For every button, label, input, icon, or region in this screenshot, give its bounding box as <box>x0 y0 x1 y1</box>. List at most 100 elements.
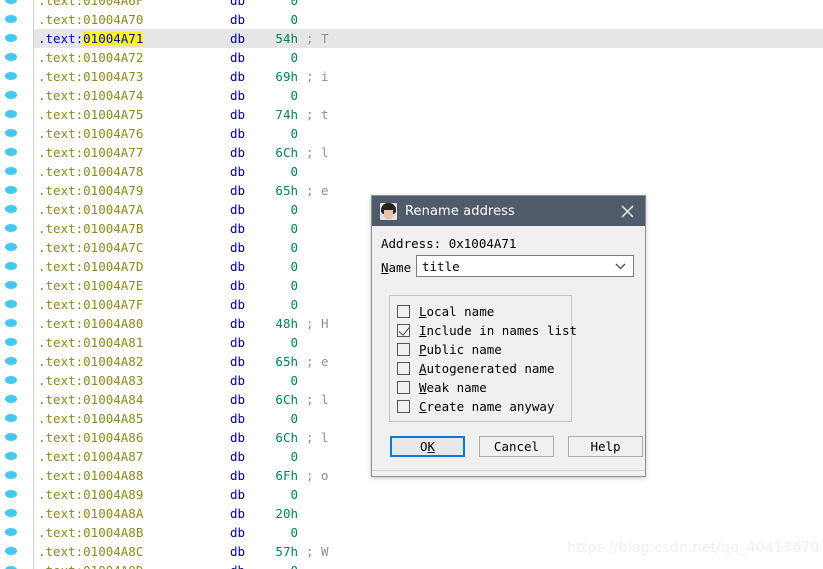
name-combobox[interactable] <box>416 255 634 277</box>
row-address[interactable]: .text:01004A77 <box>38 143 143 162</box>
navigator-dot[interactable] <box>5 300 17 308</box>
row-comment: ; H <box>306 316 329 331</box>
checkbox-row[interactable]: Public name <box>397 340 502 359</box>
row-address[interactable]: .text:01004A82 <box>38 352 143 371</box>
row-address[interactable]: .text:01004A89 <box>38 485 143 504</box>
row-address[interactable]: .text:01004A84 <box>38 390 143 409</box>
chevron-down-icon[interactable] <box>611 256 629 276</box>
navigator-dot[interactable] <box>5 338 17 346</box>
row-address[interactable]: .text:01004A75 <box>38 105 143 124</box>
row-address[interactable]: .text:01004A83 <box>38 371 143 390</box>
row-address[interactable]: .text:01004A8C <box>38 542 143 561</box>
disassembly-row[interactable]: .text:01004A72 db 0 <box>34 48 823 67</box>
row-address[interactable]: .text:01004A8D <box>38 561 143 569</box>
row-address[interactable]: .text:01004A70 <box>38 10 143 29</box>
dialog-titlebar[interactable]: Rename address <box>372 196 645 226</box>
navigator-dot[interactable] <box>5 376 17 384</box>
row-address[interactable]: .text:01004A85 <box>38 409 143 428</box>
row-address[interactable]: .text:01004A7E <box>38 276 143 295</box>
navigator-dot[interactable] <box>5 452 17 460</box>
row-address[interactable]: .text:01004A7A <box>38 200 143 219</box>
disassembly-row[interactable]: .text:01004A89 db 0 <box>34 485 823 504</box>
address-readonly-label: Address: 0x1004A71 <box>381 236 517 251</box>
disassembly-row[interactable]: .text:01004A78 db 0 <box>34 162 823 181</box>
ok-button[interactable]: OK <box>390 436 465 457</box>
navigator-dot[interactable] <box>5 471 17 479</box>
navigator-dot[interactable] <box>5 433 17 441</box>
row-address[interactable]: .text:01004A7C <box>38 238 143 257</box>
row-address[interactable]: .text:01004A6F <box>38 0 143 10</box>
row-address[interactable]: .text:01004A87 <box>38 447 143 466</box>
navigator-dot[interactable] <box>5 243 17 251</box>
checkbox-nclude-in-names-list[interactable] <box>397 324 410 337</box>
help-button[interactable]: Help <box>568 436 643 457</box>
navigator-dot[interactable] <box>5 224 17 232</box>
disassembly-row[interactable]: .text:01004A6F db 0 <box>34 0 823 10</box>
row-address[interactable]: .text:01004A81 <box>38 333 143 352</box>
navigator-dot[interactable] <box>5 509 17 517</box>
close-icon[interactable] <box>609 196 645 226</box>
navigator-dot[interactable] <box>5 395 17 403</box>
disassembly-row[interactable]: .text:01004A71 db 54h ; T <box>34 29 823 48</box>
row-address[interactable]: .text:01004A7B <box>38 219 143 238</box>
row-address[interactable]: .text:01004A72 <box>38 48 143 67</box>
checkbox-reate-name-anyway[interactable] <box>397 400 410 413</box>
navigator-dot[interactable] <box>5 186 17 194</box>
row-address[interactable]: .text:01004A78 <box>38 162 143 181</box>
checkbox-row[interactable]: Local name <box>397 302 494 321</box>
row-address[interactable]: .text:01004A76 <box>38 124 143 143</box>
row-address[interactable]: .text:01004A7D <box>38 257 143 276</box>
navigator-dot[interactable] <box>5 72 17 80</box>
navigator-dot[interactable] <box>5 414 17 422</box>
row-address[interactable]: .text:01004A73 <box>38 67 143 86</box>
navigator-dot[interactable] <box>5 547 17 555</box>
navigator-dot[interactable] <box>5 148 17 156</box>
navigator-dot[interactable] <box>5 129 17 137</box>
navigator-dot[interactable] <box>5 281 17 289</box>
navigator-dot[interactable] <box>5 167 17 175</box>
navigator-dot[interactable] <box>5 528 17 536</box>
disassembly-row[interactable]: .text:01004A74 db 0 <box>34 86 823 105</box>
navigator-dot[interactable] <box>5 262 17 270</box>
navigator-dot[interactable] <box>5 53 17 61</box>
disassembly-row[interactable]: .text:01004A75 db 74h ; t <box>34 105 823 124</box>
checkbox-ublic-name[interactable] <box>397 343 410 356</box>
disassembly-row[interactable]: .text:01004A8A db 20h <box>34 504 823 523</box>
cancel-button[interactable]: Cancel <box>479 436 554 457</box>
checkbox-row[interactable]: Create name anyway <box>397 397 554 416</box>
disassembly-row[interactable]: .text:01004A76 db 0 <box>34 124 823 143</box>
highlighted-address[interactable]: 01004A71 <box>83 31 144 46</box>
row-address[interactable]: .text:01004A79 <box>38 181 143 200</box>
name-input[interactable] <box>422 257 602 275</box>
disassembly-row[interactable]: .text:01004A70 db 0 <box>34 10 823 29</box>
navigator-gutter[interactable] <box>0 0 34 569</box>
navigator-dot[interactable] <box>5 34 17 42</box>
checkbox-ocal-name[interactable] <box>397 305 410 318</box>
navigator-dot[interactable] <box>5 490 17 498</box>
disassembly-row[interactable]: .text:01004A77 db 6Ch ; l <box>34 143 823 162</box>
row-address[interactable]: .text:01004A86 <box>38 428 143 447</box>
checkbox-eak-name[interactable] <box>397 381 410 394</box>
navigator-dot[interactable] <box>5 0 17 4</box>
row-address[interactable]: .text:01004A88 <box>38 466 143 485</box>
row-address[interactable]: .text:01004A7F <box>38 295 143 314</box>
navigator-dot[interactable] <box>5 91 17 99</box>
disassembly-row[interactable]: .text:01004A73 db 69h ; i <box>34 67 823 86</box>
navigator-dot[interactable] <box>5 15 17 23</box>
row-address[interactable]: .text:01004A80 <box>38 314 143 333</box>
row-address[interactable]: .text:01004A8A <box>38 504 143 523</box>
row-address[interactable]: .text:01004A71 <box>38 29 144 48</box>
checkbox-row[interactable]: Autogenerated name <box>397 359 554 378</box>
navigator-dot[interactable] <box>5 319 17 327</box>
checkbox-row[interactable]: Weak name <box>397 378 487 397</box>
row-address[interactable]: .text:01004A8B <box>38 523 143 542</box>
checkbox-label: Include in names list <box>419 323 578 338</box>
name-field-label: Name <box>381 260 411 275</box>
navigator-dot[interactable] <box>5 357 17 365</box>
navigator-dot[interactable] <box>5 205 17 213</box>
row-address[interactable]: .text:01004A74 <box>38 86 143 105</box>
checkbox-row[interactable]: Include in names list <box>397 321 577 340</box>
navigator-dot[interactable] <box>5 110 17 118</box>
checkbox-utogenerated-name[interactable] <box>397 362 410 375</box>
disassembly-row[interactable]: .text:01004A8D db 0 <box>34 561 823 569</box>
